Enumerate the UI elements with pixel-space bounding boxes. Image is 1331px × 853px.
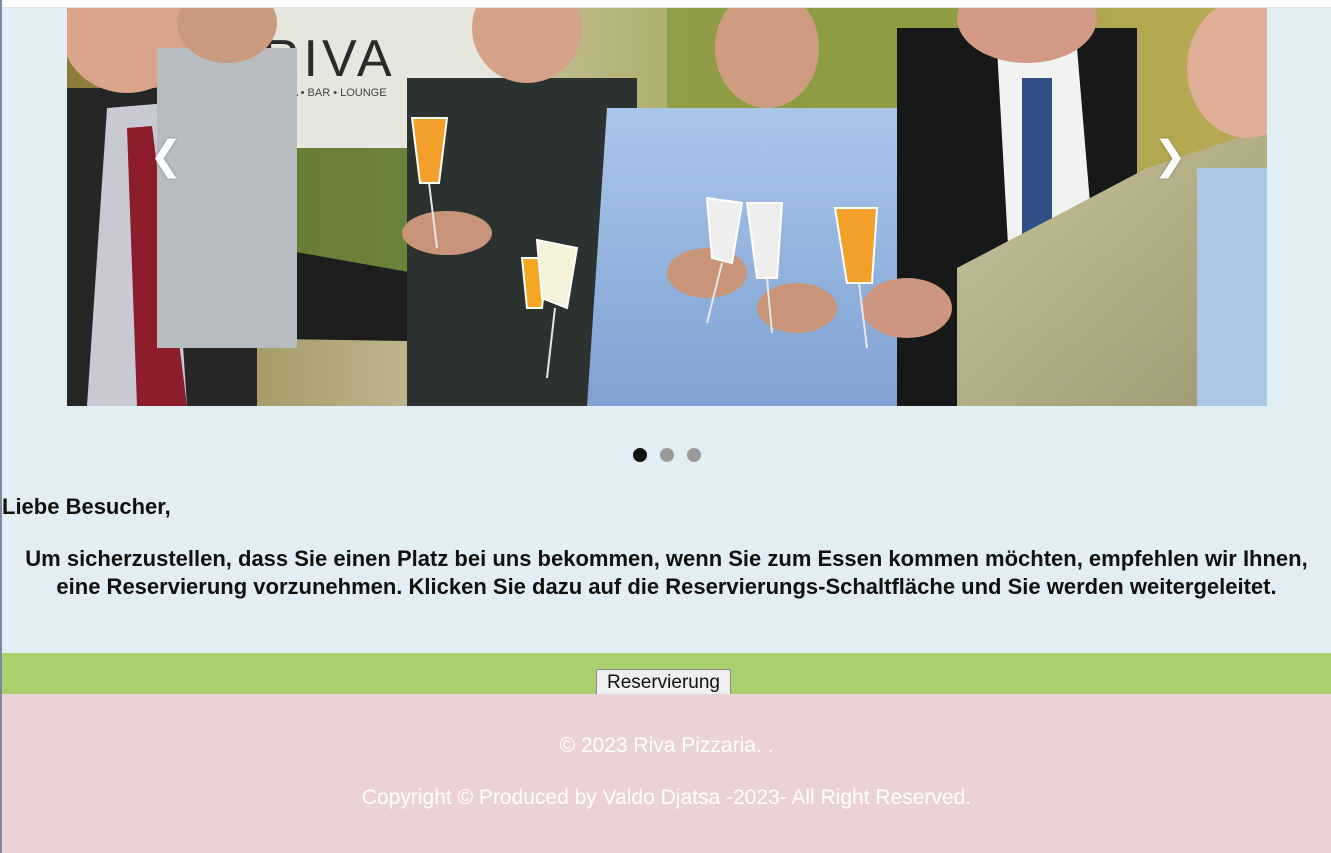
slideshow: RIVA PIZZA • BAR • LOUNGE ❮ ❯ bbox=[67, 8, 1267, 406]
footer-copyright: © 2023 Riva Pizzaria. . bbox=[559, 734, 774, 757]
greeting-heading: Liebe Besucher, bbox=[2, 494, 171, 519]
next-slide-button[interactable]: ❯ bbox=[1145, 126, 1195, 186]
slide-dot-3[interactable] bbox=[686, 448, 701, 462]
slide-dot-1[interactable] bbox=[632, 448, 647, 462]
footer-produced-by: Copyright © Produced by Valdo Djatsa -20… bbox=[361, 786, 972, 809]
slide-indicators bbox=[2, 448, 1331, 462]
page-content: RIVA PIZZA • BAR • LOUNGE ❮ ❯ Liebe Besu… bbox=[2, 8, 1331, 853]
reservation-button[interactable]: Reservierung bbox=[596, 669, 731, 696]
top-strip bbox=[2, 0, 1331, 8]
slide-dot-2[interactable] bbox=[659, 448, 674, 462]
slide-photo: RIVA PIZZA • BAR • LOUNGE bbox=[67, 8, 1267, 406]
reservation-intro-text: Um sicherzustellen, dass Sie einen Platz… bbox=[25, 546, 1308, 599]
prev-slide-button[interactable]: ❮ bbox=[141, 126, 191, 186]
reservation-bar: Reservierung bbox=[2, 653, 1331, 696]
footer: © 2023 Riva Pizzaria. . Copyright © Prod… bbox=[2, 694, 1331, 853]
